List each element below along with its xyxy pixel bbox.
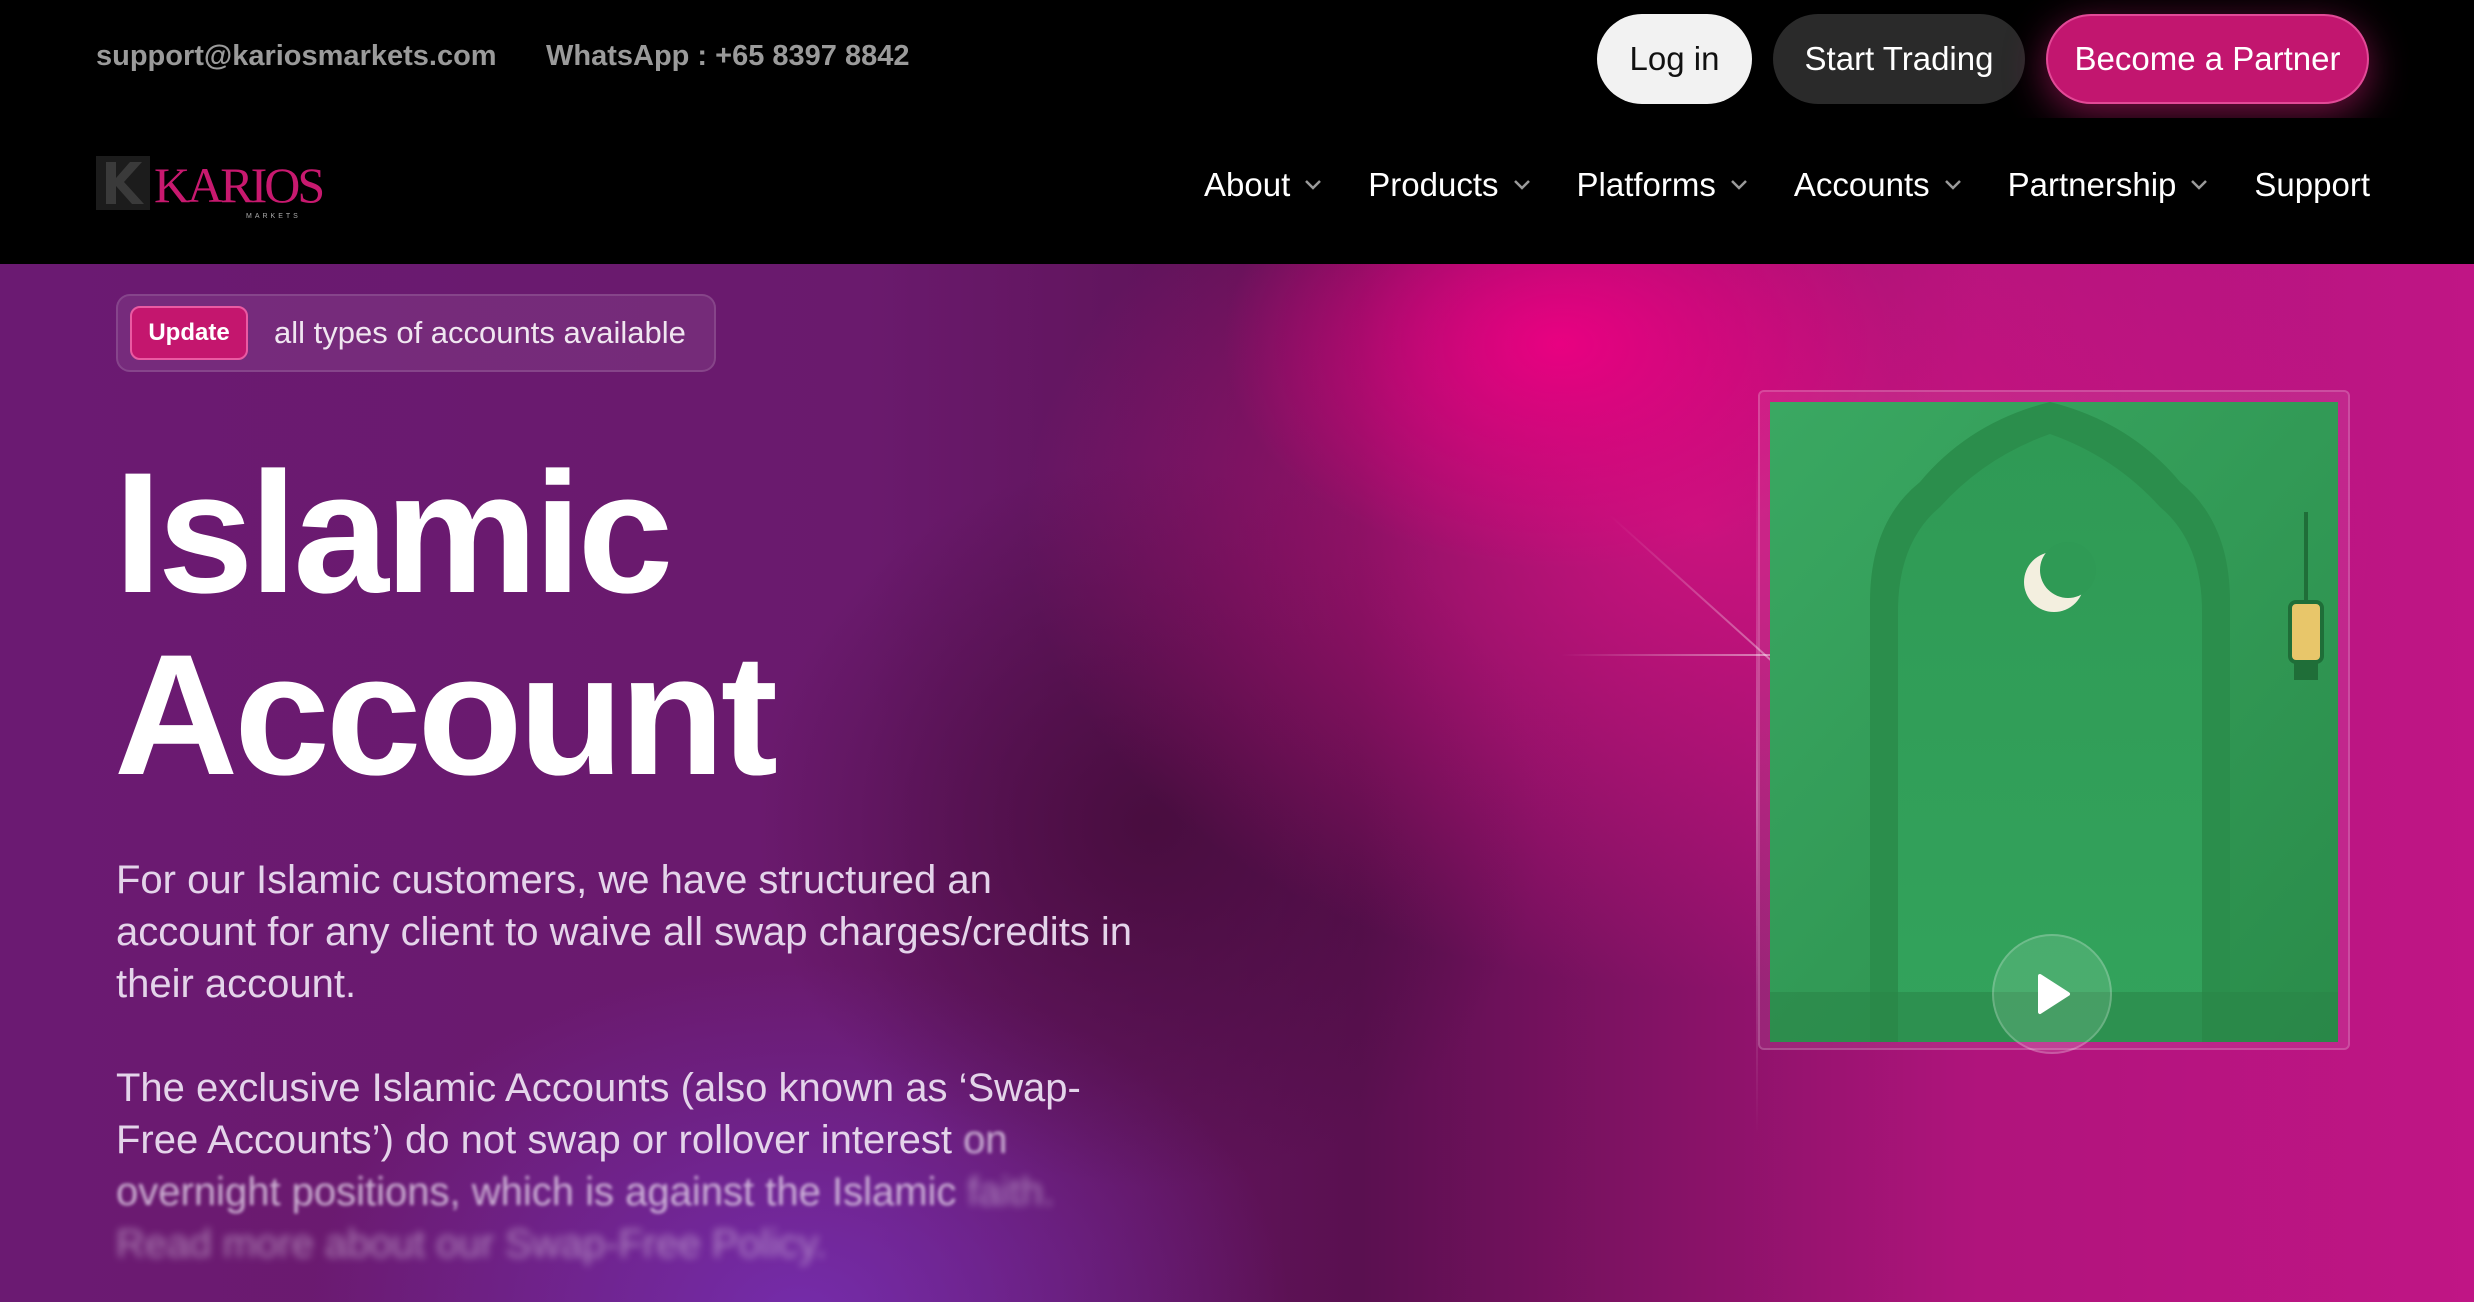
nav-item-label: Platforms — [1576, 166, 1716, 203]
update-text: all types of accounts available — [274, 315, 686, 350]
page-title: Islamic Account — [114, 437, 778, 811]
hero-description-secondary: The exclusive Islamic Accounts (also kno… — [116, 1062, 1136, 1270]
nav-menu: About Products Platforms Accounts Partne… — [1158, 166, 2370, 204]
nav-item-about[interactable]: About — [1204, 166, 1322, 204]
chevron-down-icon — [1731, 180, 1747, 190]
nav-item-label: Support — [2254, 166, 2370, 203]
logo-subtext: MARKETS — [246, 213, 301, 220]
nav-item-products[interactable]: Products — [1368, 166, 1530, 204]
nav-item-label: About — [1204, 166, 1291, 203]
nav-item-label: Partnership — [2007, 166, 2177, 203]
nav-item-support[interactable]: Support — [2254, 166, 2370, 204]
start-trading-button[interactable]: Start Trading — [1773, 14, 2025, 104]
logo-wordmark: KARIOS — [154, 157, 322, 213]
whatsapp-link[interactable]: WhatsApp : +65 8397 8842 — [546, 40, 909, 73]
nav-item-partnership[interactable]: Partnership — [2008, 166, 2209, 204]
become-partner-button[interactable]: Become a Partner — [2046, 14, 2369, 104]
play-icon — [2038, 974, 2070, 1014]
top-bar: support@kariosmarkets.com WhatsApp : +65… — [0, 0, 2474, 118]
update-announcement[interactable]: Update all types of accounts available — [116, 294, 716, 372]
chevron-down-icon — [1513, 180, 1530, 190]
update-badge: Update — [130, 306, 248, 360]
nav-item-label: Accounts — [1793, 166, 1930, 203]
nav-item-platforms[interactable]: Platforms — [1577, 166, 1748, 204]
chevron-down-icon — [2191, 180, 2208, 190]
nav-item-accounts[interactable]: Accounts — [1794, 166, 1962, 204]
chevron-down-icon — [1944, 180, 1961, 190]
description-part-1: The exclusive Islamic Accounts (also kno… — [116, 1066, 1081, 1162]
play-button[interactable] — [1992, 934, 2112, 1054]
main-navbar: KARIOS MARKETS About Products Platforms … — [0, 118, 2474, 264]
hero-description: For our Islamic customers, we have struc… — [116, 858, 1133, 1006]
login-button[interactable]: Log in — [1597, 14, 1752, 104]
title-line-2: Account — [114, 619, 778, 811]
chevron-down-icon — [1305, 180, 1322, 190]
logo[interactable]: KARIOS MARKETS — [96, 152, 326, 222]
support-email-link[interactable]: support@kariosmarkets.com — [96, 40, 497, 73]
nav-item-label: Products — [1368, 166, 1499, 203]
title-line-1: Islamic — [114, 437, 673, 629]
karios-logo-icon: KARIOS MARKETS — [96, 156, 325, 220]
